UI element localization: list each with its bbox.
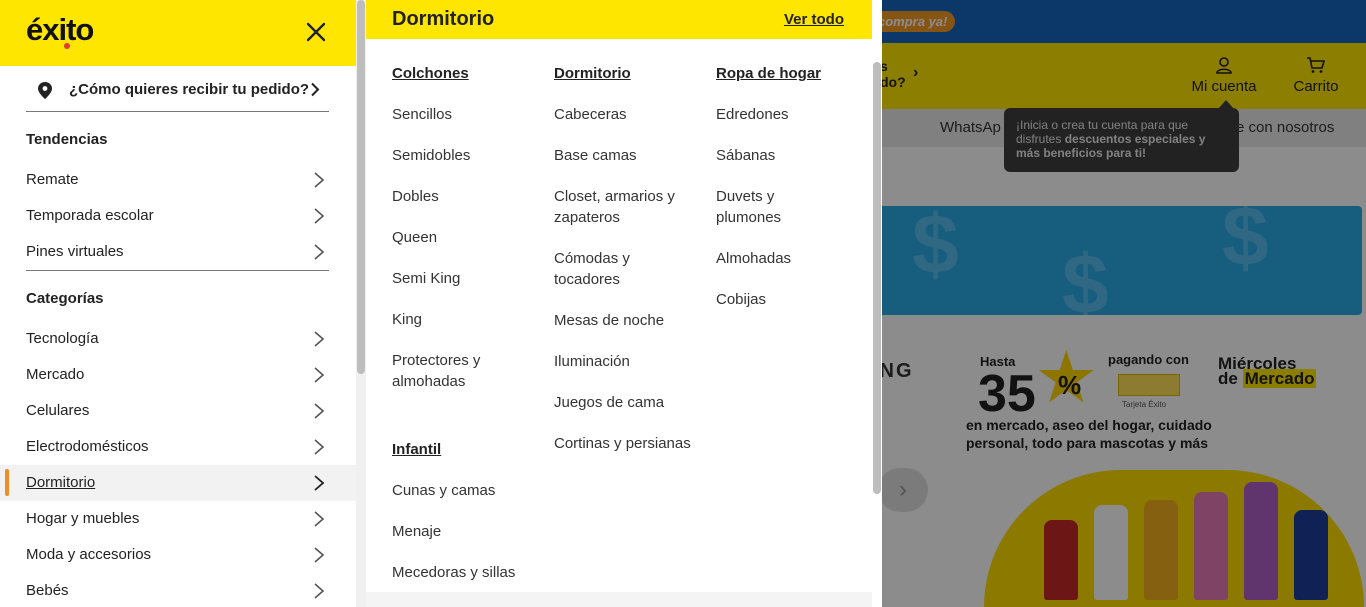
submenu-link[interactable]: Queen bbox=[392, 227, 437, 248]
location-pin-icon bbox=[38, 82, 52, 99]
menu-item-label: Mercado bbox=[26, 366, 85, 383]
menu-item-label: Electrodomésticos bbox=[26, 438, 149, 455]
chevron-right-icon bbox=[314, 475, 325, 491]
column-heading-dormitorio[interactable]: Dormitorio bbox=[554, 65, 631, 82]
categories-title: Categorías bbox=[26, 290, 104, 307]
menu-item-dormitorio[interactable]: Dormitorio bbox=[0, 465, 356, 501]
submenu-link[interactable]: Protectores y almohadas bbox=[392, 350, 522, 392]
menu-item-electrodomesticos[interactable]: Electrodomésticos bbox=[0, 429, 356, 465]
submenu-scrollbar-thumb[interactable] bbox=[873, 62, 881, 494]
menu-item-label: Temporada escolar bbox=[26, 207, 154, 224]
submenu-footer bbox=[366, 592, 872, 607]
column-heading-infantil[interactable]: Infantil bbox=[392, 441, 441, 458]
submenu-link[interactable]: Cómodas y tocadores bbox=[554, 248, 674, 290]
menu-item-remate[interactable]: Remate bbox=[0, 162, 356, 198]
close-icon[interactable] bbox=[302, 18, 330, 46]
submenu-link[interactable]: King bbox=[392, 309, 422, 330]
menu-item-hogar-y-muebles[interactable]: Hogar y muebles bbox=[0, 501, 356, 537]
exito-logo[interactable]: éxito bbox=[26, 12, 94, 48]
logo-dot bbox=[64, 43, 70, 49]
submenu-panel: Dormitorio Ver todo Colchones Sencillos … bbox=[366, 0, 882, 607]
category-drawer: éxito ¿Cómo quieres recibir tu pedido? T… bbox=[0, 0, 356, 607]
submenu-link[interactable]: Mesas de noche bbox=[554, 310, 664, 331]
menu-item-label: Dormitorio bbox=[26, 474, 96, 491]
menu-item-label: Pines virtuales bbox=[26, 243, 124, 260]
chevron-right-icon bbox=[314, 403, 325, 419]
menu-item-label: Bebés bbox=[26, 582, 69, 599]
submenu-link[interactable]: Cobijas bbox=[716, 289, 766, 310]
menu-item-moda-y-accesorios[interactable]: Moda y accesorios bbox=[0, 537, 356, 573]
chevron-right-icon bbox=[311, 82, 320, 97]
submenu-link[interactable]: Iluminación bbox=[554, 351, 630, 372]
menu-item-temporada-escolar[interactable]: Temporada escolar bbox=[0, 198, 356, 234]
submenu-link[interactable]: Semidobles bbox=[392, 145, 470, 166]
menu-item-label: Hogar y muebles bbox=[26, 510, 140, 527]
chevron-right-icon bbox=[314, 367, 325, 383]
chevron-right-icon bbox=[314, 244, 325, 260]
drawer-scrollbar[interactable] bbox=[356, 0, 366, 607]
submenu-link[interactable]: Cabeceras bbox=[554, 104, 627, 125]
chevron-right-icon bbox=[314, 583, 325, 599]
submenu-link[interactable]: Edredones bbox=[716, 104, 789, 125]
column-heading-ropa-de-hogar[interactable]: Ropa de hogar bbox=[716, 65, 821, 82]
submenu-link[interactable]: Base camas bbox=[554, 145, 637, 166]
chevron-right-icon bbox=[314, 547, 325, 563]
menu-item-label: Celulares bbox=[26, 402, 90, 419]
drawer-scrollbar-thumb[interactable] bbox=[357, 0, 365, 374]
submenu-link[interactable]: Semi King bbox=[392, 268, 460, 289]
submenu-link[interactable]: Closet, armarios y zapateros bbox=[554, 186, 694, 228]
submenu-scrollbar[interactable] bbox=[872, 0, 882, 592]
submenu-link[interactable]: Sencillos bbox=[392, 104, 452, 125]
submenu-title: Dormitorio bbox=[392, 8, 495, 30]
menu-item-celulares[interactable]: Celulares bbox=[0, 393, 356, 429]
submenu-link[interactable]: Cortinas y persianas bbox=[554, 433, 691, 454]
menu-item-tecnologia[interactable]: Tecnología bbox=[0, 321, 356, 357]
submenu-link[interactable]: Dobles bbox=[392, 186, 439, 207]
active-indicator bbox=[5, 469, 9, 496]
menu-item-label: Tecnología bbox=[26, 330, 99, 347]
submenu-link[interactable]: Menaje bbox=[392, 521, 441, 542]
drawer-header: éxito bbox=[0, 0, 356, 66]
menu-item-bebes[interactable]: Bebés bbox=[0, 573, 356, 607]
submenu-link[interactable]: Duvets y plumones bbox=[716, 186, 806, 228]
submenu-link[interactable]: Mecedoras y sillas bbox=[392, 562, 515, 583]
menu-item-label: Moda y accesorios bbox=[26, 546, 152, 563]
delivery-prompt: ¿Cómo quieres recibir tu pedido? bbox=[69, 81, 310, 98]
divider bbox=[26, 270, 329, 271]
view-all-link[interactable]: Ver todo bbox=[784, 11, 844, 28]
chevron-right-icon bbox=[314, 208, 325, 224]
chevron-right-icon bbox=[314, 439, 325, 455]
submenu-link[interactable]: Juegos de cama bbox=[554, 392, 664, 413]
delivery-method-selector[interactable]: ¿Cómo quieres recibir tu pedido? bbox=[26, 66, 329, 112]
column-heading-colchones[interactable]: Colchones bbox=[392, 65, 469, 82]
trends-title: Tendencias bbox=[26, 131, 108, 148]
chevron-right-icon bbox=[314, 172, 325, 188]
submenu-link[interactable]: Cunas y camas bbox=[392, 480, 495, 501]
menu-item-mercado[interactable]: Mercado bbox=[0, 357, 356, 393]
submenu-header: Dormitorio Ver todo bbox=[366, 0, 882, 39]
menu-item-pines-virtuales[interactable]: Pines virtuales bbox=[0, 234, 356, 270]
submenu-link[interactable]: Sábanas bbox=[716, 145, 775, 166]
menu-item-label: Remate bbox=[26, 171, 79, 188]
submenu-link[interactable]: Almohadas bbox=[716, 248, 791, 269]
chevron-right-icon bbox=[314, 511, 325, 527]
chevron-right-icon bbox=[314, 331, 325, 347]
